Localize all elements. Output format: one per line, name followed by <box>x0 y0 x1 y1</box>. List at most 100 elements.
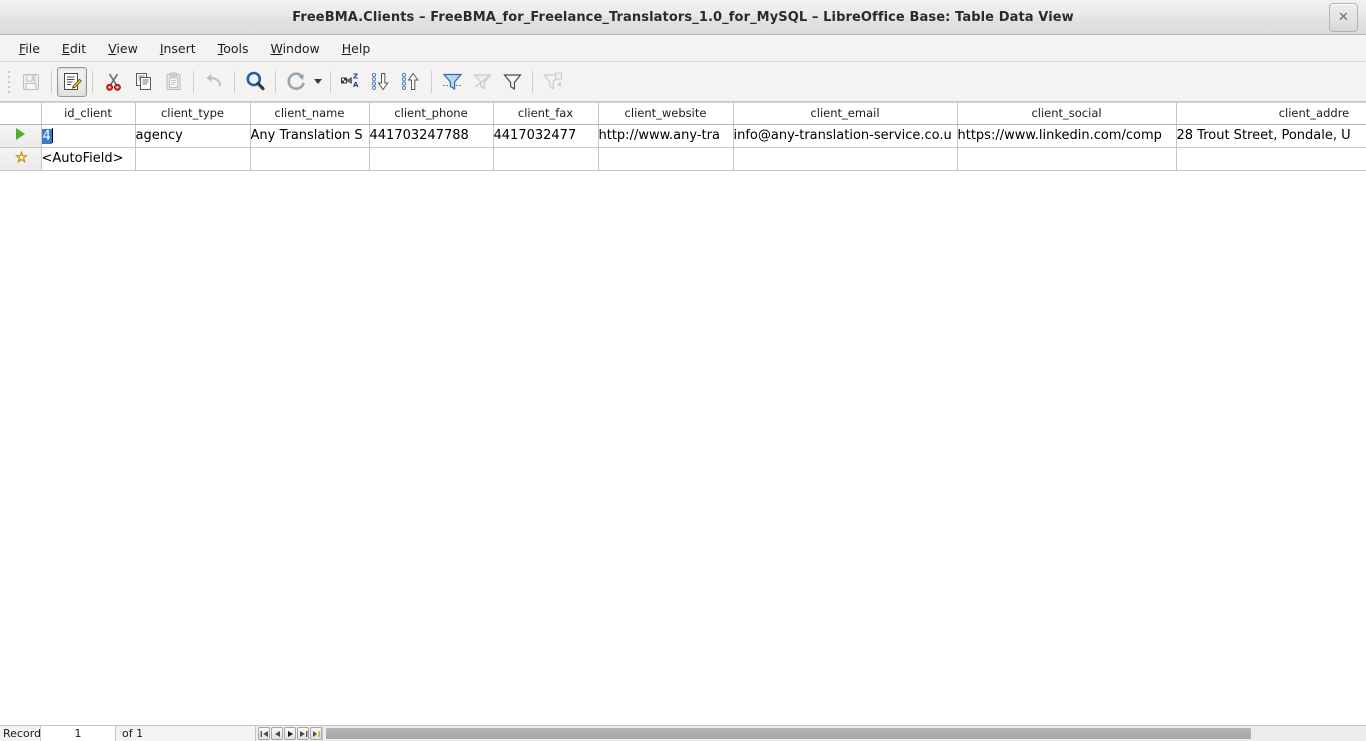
status-bar: Record 1 of 1 <box>0 725 1366 741</box>
cell-client-phone-new[interactable] <box>369 147 494 171</box>
column-header-client-address[interactable]: client_addre <box>1176 103 1366 125</box>
apply-filter-button[interactable] <box>538 67 568 97</box>
cell-client-address[interactable]: 28 Trout Street, Pondale, U <box>1176 124 1366 148</box>
cell-client-address-new[interactable] <box>1176 147 1366 171</box>
standard-filter-button[interactable] <box>497 67 527 97</box>
sort-descending-button[interactable] <box>366 67 396 97</box>
cut-button[interactable] <box>98 67 128 97</box>
toolbar-separator <box>51 70 52 93</box>
cell-client-fax[interactable]: 4417032477 <box>493 124 599 148</box>
row-header-new[interactable] <box>0 147 42 171</box>
menu-view-rest: iew <box>116 40 138 56</box>
cell-client-name-new[interactable] <box>250 147 370 171</box>
edit-data-button[interactable] <box>57 66 87 97</box>
cell-client-phone[interactable]: 441703247788 <box>369 124 494 148</box>
sort-ascending-button[interactable] <box>396 67 426 97</box>
horizontal-scrollbar[interactable] <box>322 726 1366 741</box>
cell-id-client[interactable]: 4 <box>41 124 136 148</box>
menu-item-file[interactable]: File <box>8 38 51 59</box>
toolbar-separator <box>92 70 93 93</box>
table-row[interactable]: <AutoField> <box>0 147 1366 171</box>
copy-button[interactable] <box>128 67 158 97</box>
last-record-button[interactable] <box>297 727 309 740</box>
find-record-icon <box>244 70 267 93</box>
previous-record-button[interactable] <box>271 727 283 740</box>
sort-ascending-icon <box>400 71 422 93</box>
menu-item-help[interactable]: Help <box>331 38 382 59</box>
refresh-button[interactable] <box>281 67 311 97</box>
toolbar-grip[interactable] <box>4 69 13 95</box>
cell-id-client-value: 4 <box>41 128 52 144</box>
toolbar-separator <box>234 70 235 93</box>
next-record-button[interactable] <box>284 727 296 740</box>
cell-client-email[interactable]: info@any-translation-service.co.u <box>733 124 958 148</box>
menu-item-tools[interactable]: Tools <box>207 38 260 59</box>
copy-icon <box>133 71 154 92</box>
paste-icon <box>163 71 184 92</box>
column-header-client-fax[interactable]: client_fax <box>493 103 599 125</box>
reset-filter-icon <box>471 70 494 93</box>
menu-tools-rest: ools <box>223 40 249 56</box>
menu-bar: File Edit View Insert Tools Window Help <box>0 35 1366 62</box>
menu-window-rest: indow <box>282 40 320 56</box>
edit-data-icon <box>62 71 83 92</box>
cell-client-social[interactable]: https://www.linkedin.com/comp <box>957 124 1177 148</box>
menu-file-rest: ile <box>25 40 40 56</box>
menu-item-edit[interactable]: Edit <box>51 38 97 59</box>
menu-item-window[interactable]: Window <box>259 38 330 59</box>
record-count-label: of 1 <box>116 726 256 741</box>
record-number-input[interactable]: 1 <box>41 726 116 741</box>
libreoffice-base-table-data-view: FreeBMA.Clients – FreeBMA_for_Freelance_… <box>0 0 1366 741</box>
row-header-current[interactable] <box>0 124 42 148</box>
horizontal-scrollbar-thumb[interactable] <box>326 728 1251 739</box>
cell-client-website[interactable]: http://www.any-tra <box>598 124 734 148</box>
column-header-client-website[interactable]: client_website <box>598 103 734 125</box>
toolbar-separator <box>275 70 276 93</box>
column-header-client-email[interactable]: client_email <box>733 103 958 125</box>
toolbar-separator <box>193 70 194 93</box>
find-record-button[interactable] <box>240 67 270 97</box>
cell-client-social-new[interactable] <box>957 147 1177 171</box>
new-record-button[interactable] <box>310 727 322 740</box>
menu-item-view[interactable]: View <box>97 38 149 59</box>
column-header-id-client[interactable]: id_client <box>41 103 136 125</box>
cell-client-email-new[interactable] <box>733 147 958 171</box>
menu-help-accel: H <box>341 40 352 56</box>
paste-button[interactable] <box>158 67 188 97</box>
cut-icon <box>103 71 124 92</box>
table-data-grid[interactable]: id_client client_type client_name client… <box>0 102 1366 725</box>
refresh-dropdown-arrow[interactable] <box>311 67 325 97</box>
svg-text:A: A <box>353 81 359 89</box>
save-record-button[interactable] <box>16 67 46 97</box>
table-row[interactable]: 4 agency Any Translation S 441703247788 … <box>0 124 1366 148</box>
cell-client-website-new[interactable] <box>598 147 734 171</box>
undo-icon <box>204 71 225 92</box>
autofilter-button[interactable] <box>437 67 467 97</box>
menu-insert-rest: nsert <box>163 40 196 56</box>
column-header-client-name[interactable]: client_name <box>250 103 370 125</box>
standard-filter-icon <box>501 70 524 93</box>
menu-window-accel: W <box>270 40 283 56</box>
sort-order-button[interactable]: Z A <box>336 67 366 97</box>
menu-item-insert[interactable]: Insert <box>149 38 207 59</box>
column-header-client-social[interactable]: client_social <box>957 103 1177 125</box>
save-icon <box>21 72 41 92</box>
undo-button[interactable] <box>199 67 229 97</box>
column-header-client-type[interactable]: client_type <box>135 103 251 125</box>
select-all-corner[interactable] <box>0 103 42 125</box>
close-icon[interactable]: ✕ <box>1329 3 1358 32</box>
cell-client-type-new[interactable] <box>135 147 251 171</box>
cell-client-name[interactable]: Any Translation S <box>250 124 370 148</box>
data-table: id_client client_type client_name client… <box>0 103 1366 171</box>
new-record-icon <box>14 151 28 164</box>
cell-id-client-new[interactable]: <AutoField> <box>41 147 136 171</box>
cell-client-type[interactable]: agency <box>135 124 251 148</box>
title-bar: FreeBMA.Clients – FreeBMA_for_Freelance_… <box>0 0 1366 35</box>
table-data-toolbar: Z A <box>0 62 1366 102</box>
reset-filter-button[interactable] <box>467 67 497 97</box>
refresh-icon <box>285 71 307 93</box>
cell-client-fax-new[interactable] <box>493 147 599 171</box>
first-record-button[interactable] <box>258 727 270 740</box>
column-header-client-phone[interactable]: client_phone <box>369 103 494 125</box>
toolbar-separator <box>431 70 432 93</box>
